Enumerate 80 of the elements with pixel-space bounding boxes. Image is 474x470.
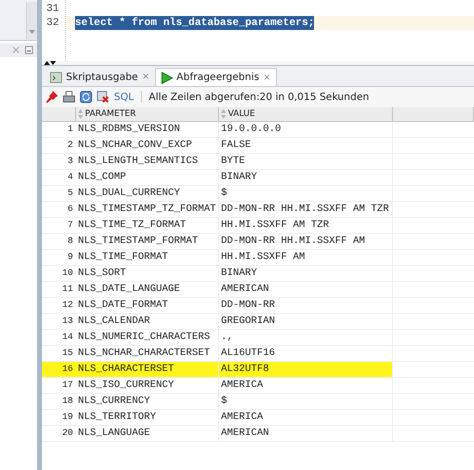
table-cell: NLS_ISO_CURRENCY bbox=[76, 378, 219, 394]
table-cell: DD-MON-RR bbox=[219, 298, 393, 314]
table-cell: AMERICA bbox=[219, 410, 393, 426]
table-cell: NLS_LANGUAGE bbox=[76, 426, 219, 442]
table-cell: $ bbox=[219, 186, 393, 202]
table-cell: NLS_TIME_TZ_FORMAT bbox=[76, 218, 219, 234]
table-cell: HH.MI.SSXFF AM bbox=[219, 250, 393, 266]
table-cell: BINARY bbox=[219, 170, 393, 186]
table-cell: $ bbox=[219, 394, 393, 410]
table-cell: NLS_COMP bbox=[76, 170, 219, 186]
row-number: 13 bbox=[42, 314, 76, 330]
table-cell: AMERICAN bbox=[219, 426, 393, 442]
play-icon bbox=[160, 72, 172, 84]
table-cell: NLS_TIMESTAMP_FORMAT bbox=[76, 234, 219, 250]
table-cell: NLS_TIME_FORMAT bbox=[76, 250, 219, 266]
column-header[interactable]: PARAMETER bbox=[76, 107, 219, 122]
tab[interactable]: Abfrageergebnis × bbox=[154, 68, 277, 86]
column-title: VALUE bbox=[228, 109, 255, 119]
row-number: 14 bbox=[42, 330, 76, 346]
table-cell: NLS_DUAL_CURRENCY bbox=[76, 186, 219, 202]
table-cell: NLS_CURRENCY bbox=[76, 394, 219, 410]
table-cell: 19.0.0.0.0 bbox=[219, 122, 393, 138]
row-number: 19 bbox=[42, 410, 76, 426]
print-icon[interactable] bbox=[63, 91, 75, 103]
table-cell: NLS_TIMESTAMP_TZ_FORMAT bbox=[76, 202, 219, 218]
table-cell: NLS_SORT bbox=[76, 266, 219, 282]
row-number: 5 bbox=[42, 186, 76, 202]
sql-button[interactable]: SQL bbox=[114, 92, 134, 102]
row-number: 9 bbox=[42, 250, 76, 266]
splitter-arrows-icon[interactable] bbox=[44, 61, 56, 65]
table-cell: AMERICAN bbox=[219, 282, 393, 298]
table-cell: FALSE bbox=[219, 138, 393, 154]
table-cell: NLS_CALENDAR bbox=[76, 314, 219, 330]
table-cell: GREGORIAN bbox=[219, 314, 393, 330]
line-number: 32 bbox=[45, 16, 60, 30]
table-cell: ., bbox=[219, 330, 393, 346]
table-cell: NLS_RDBMS_VERSION bbox=[76, 122, 219, 138]
row-number: 18 bbox=[42, 394, 76, 410]
refresh-icon[interactable] bbox=[80, 91, 92, 103]
row-number: 12 bbox=[42, 298, 76, 314]
row-number: 8 bbox=[42, 234, 76, 250]
row-number: 20 bbox=[42, 426, 76, 442]
table-cell: DD-MON-RR HH.MI.SSXFF AM bbox=[219, 234, 393, 250]
table-cell: NLS_CHARACTERSET bbox=[76, 362, 219, 378]
status-text: Alle Zeilen abgerufen:20 in 0,015 Sekunden bbox=[148, 92, 370, 102]
row-number: 11 bbox=[42, 282, 76, 298]
table-cell: HH.MI.SSXFF AM TZR bbox=[219, 218, 393, 234]
row-number: 7 bbox=[42, 218, 76, 234]
table-cell: DD-MON-RR HH.MI.SSXFF AM TZR bbox=[219, 202, 393, 218]
row-number: 3 bbox=[42, 154, 76, 170]
line-number: 31 bbox=[45, 2, 60, 16]
pin-icon[interactable] bbox=[46, 91, 58, 103]
close-icon[interactable]: × bbox=[263, 72, 271, 82]
table-cell: NLS_TERRITORY bbox=[76, 410, 219, 426]
script-output-icon bbox=[50, 71, 62, 83]
table-cell: NLS_DATE_LANGUAGE bbox=[76, 282, 219, 298]
minimize-icon[interactable] bbox=[25, 46, 33, 54]
table-cell: NLS_LENGTH_SEMANTICS bbox=[76, 154, 219, 170]
code-text: select * from nls_database_parameters; bbox=[75, 16, 314, 30]
table-cell: NLS_NCHAR_CONV_EXCP bbox=[76, 138, 219, 154]
row-number: 10 bbox=[42, 266, 76, 282]
table-cell: AL32UTF8 bbox=[219, 362, 393, 378]
row-number: 16 bbox=[42, 362, 76, 378]
sort-icon bbox=[221, 109, 226, 119]
table-cell: AMERICA bbox=[219, 378, 393, 394]
table-cell: BINARY bbox=[219, 266, 393, 282]
row-number: 1 bbox=[42, 122, 76, 138]
row-number: 17 bbox=[42, 378, 76, 394]
delete-icon[interactable] bbox=[97, 91, 109, 103]
row-number: 4 bbox=[42, 170, 76, 186]
table-cell: NLS_NUMERIC_CHARACTERS bbox=[76, 330, 219, 346]
tab[interactable]: Skriptausgabe × bbox=[45, 68, 154, 86]
column-title: PARAMETER bbox=[85, 109, 136, 119]
column-header[interactable]: VALUE bbox=[219, 107, 393, 122]
table-cell: NLS_DATE_FORMAT bbox=[76, 298, 219, 314]
sort-icon bbox=[78, 109, 83, 119]
row-number: 6 bbox=[42, 202, 76, 218]
table-cell: BYTE bbox=[219, 154, 393, 170]
row-number: 2 bbox=[42, 138, 76, 154]
scrollbar[interactable] bbox=[26, 2, 37, 40]
